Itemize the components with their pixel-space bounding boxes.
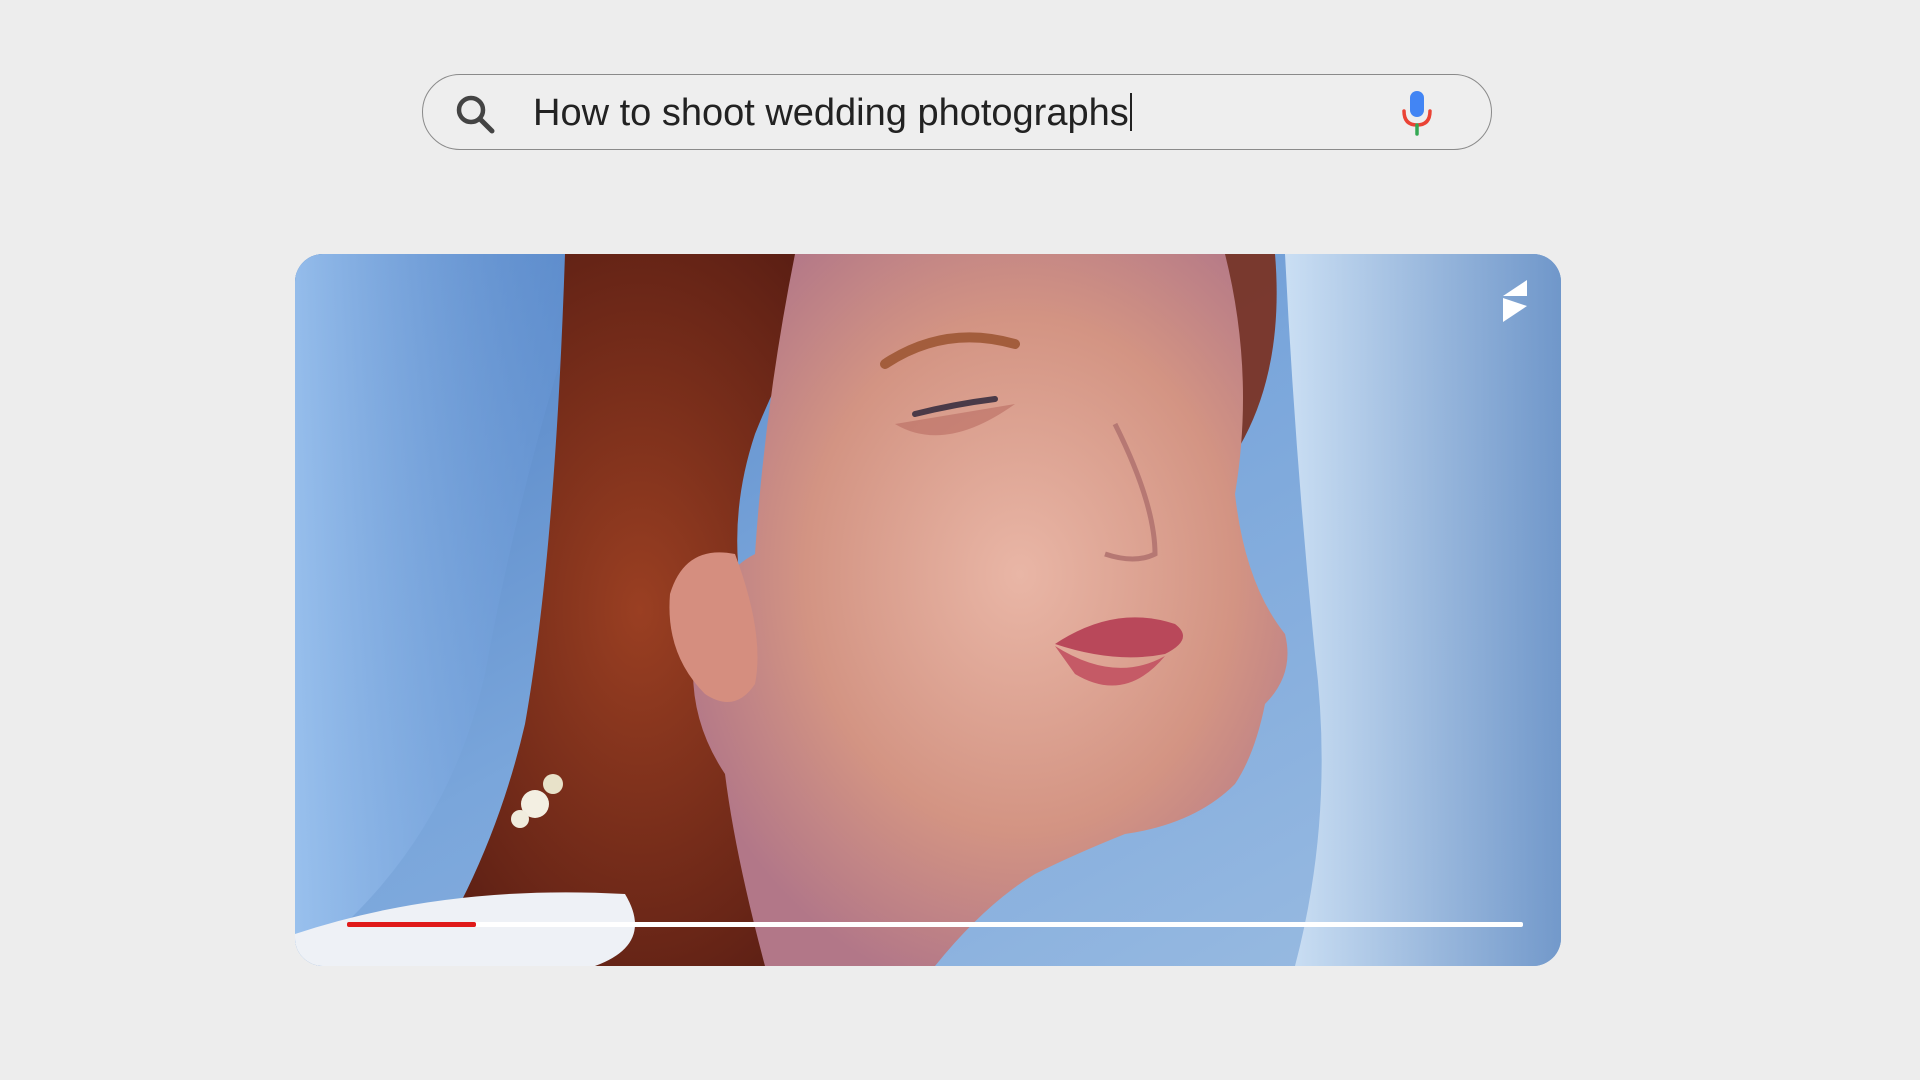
search-query-text: How to shoot wedding photographs bbox=[533, 92, 1129, 134]
progress-played bbox=[347, 922, 477, 927]
progress-bar[interactable] bbox=[347, 922, 1523, 927]
search-icon[interactable] bbox=[453, 92, 497, 136]
video-frame[interactable] bbox=[295, 254, 1561, 966]
search-input[interactable]: How to shoot wedding photographs bbox=[533, 75, 1132, 151]
text-caret bbox=[1129, 93, 1132, 131]
page: How to shoot wedding photographs bbox=[0, 0, 1920, 1080]
video-player[interactable] bbox=[295, 254, 1561, 966]
mic-icon[interactable] bbox=[1399, 89, 1435, 137]
logo-icon bbox=[1503, 280, 1527, 322]
search-bar[interactable]: How to shoot wedding photographs bbox=[422, 74, 1492, 150]
